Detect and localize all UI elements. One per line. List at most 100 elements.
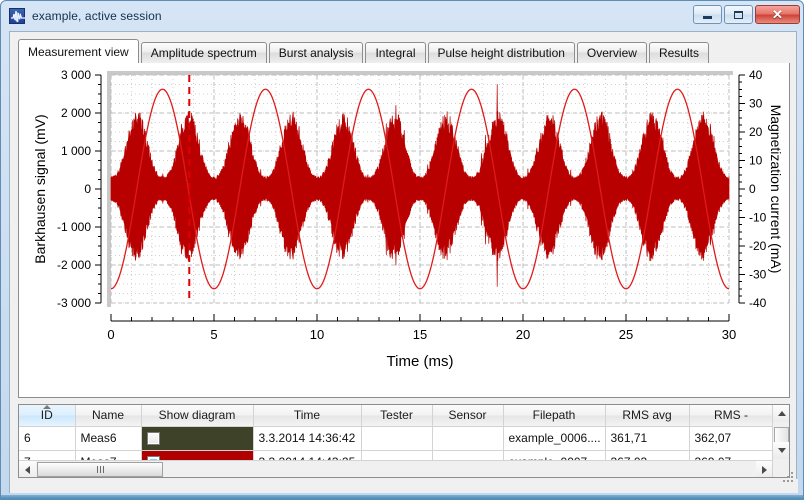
table-header-row: ID Name Show diagram Time Tester Sensor …: [19, 405, 773, 427]
close-button[interactable]: ✕: [755, 5, 800, 24]
svg-text:40: 40: [749, 68, 763, 82]
column-header-filepath[interactable]: Filepath: [503, 405, 606, 427]
column-header-show-diagram[interactable]: Show diagram: [141, 405, 254, 427]
column-header-id[interactable]: ID: [19, 405, 76, 427]
cell-name: Meas6: [75, 426, 142, 451]
scroll-down-button[interactable]: [773, 442, 789, 459]
svg-text:-10: -10: [749, 211, 767, 225]
cell-sensor: [432, 426, 504, 451]
svg-text:-30: -30: [749, 268, 767, 282]
diagram-color-swatch: [141, 426, 252, 449]
chevron-up-icon: [777, 411, 786, 416]
svg-text:0: 0: [107, 327, 114, 342]
svg-text:3 000: 3 000: [61, 68, 91, 82]
column-header-time[interactable]: Time: [253, 405, 362, 427]
column-header-rms-minus[interactable]: RMS -: [689, 405, 773, 427]
column-header-rms-avg[interactable]: RMS avg: [605, 405, 690, 427]
maximize-button[interactable]: [724, 5, 753, 24]
column-header-tester[interactable]: Tester: [361, 405, 433, 427]
window-controls: ✕: [693, 5, 800, 24]
tab-label: Burst analysis: [278, 46, 354, 60]
svg-text:0: 0: [84, 182, 91, 196]
scroll-left-button[interactable]: [19, 461, 36, 477]
tab-label: Measurement view: [28, 44, 129, 59]
client-area: Measurement view Amplitude spectrum Burs…: [9, 31, 798, 493]
title-bar: example, active session ✕: [1, 1, 803, 31]
tab-amplitude-spectrum[interactable]: Amplitude spectrum: [140, 42, 267, 63]
svg-text:25: 25: [619, 327, 633, 342]
tab-label: Results: [658, 46, 699, 60]
cell-filepath: example_0006....: [503, 426, 606, 451]
y-axis-label: Barkhausen signal (mV): [32, 114, 48, 263]
cell-id: 6: [19, 426, 76, 451]
column-label: Time: [293, 408, 321, 423]
sort-ascending-icon: [42, 405, 51, 409]
tab-bar: Measurement view Amplitude spectrum Burs…: [18, 39, 790, 64]
svg-text:0: 0: [749, 182, 756, 196]
scroll-right-button[interactable]: [756, 461, 773, 477]
y2-axis-label: Magnetization current (mA): [768, 105, 784, 274]
tab-burst-analysis[interactable]: Burst analysis: [268, 42, 364, 63]
column-label: Tester: [380, 408, 413, 423]
horizontal-scroll-thumb[interactable]: [37, 462, 163, 477]
svg-text:-20: -20: [749, 239, 767, 253]
minimize-button[interactable]: [693, 5, 722, 24]
table-horizontal-scrollbar[interactable]: [19, 460, 773, 477]
tab-label: Amplitude spectrum: [150, 46, 257, 60]
status-area: [10, 472, 798, 493]
column-label: Show diagram: [158, 408, 236, 423]
tab-label: Integral: [375, 46, 416, 60]
chart-plot[interactable]: -3 000 -2 000 -1 000 0 1 000 2 000 3 000 Barkha…: [19, 63, 789, 396]
close-icon: ✕: [772, 7, 783, 22]
resize-grip-icon[interactable]: [782, 471, 794, 483]
tab-pulse-height-distribution[interactable]: Pulse height distribution: [427, 42, 575, 63]
svg-text:10: 10: [310, 327, 324, 342]
chart-svg: -3 000 -2 000 -1 000 0 1 000 2 000 3 000 Barkha…: [32, 68, 784, 370]
cell-tester: [361, 426, 433, 451]
tab-measurement-view[interactable]: Measurement view: [18, 39, 139, 64]
chevron-left-icon: [25, 465, 30, 474]
table-vertical-scrollbar[interactable]: [772, 405, 789, 477]
show-diagram-checkbox[interactable]: [146, 431, 160, 445]
window-title: example, active session: [32, 9, 162, 23]
svg-text:-40: -40: [749, 296, 767, 310]
tab-overview[interactable]: Overview: [576, 42, 647, 63]
cell-time: 3.3.2014 14:36:42: [253, 426, 362, 451]
column-label: RMS avg: [622, 408, 672, 423]
chevron-right-icon: [762, 465, 767, 474]
column-label: Sensor: [448, 408, 487, 423]
table-row[interactable]: 6 Meas6 3.3.2014 14:36:42 example_0006..…: [19, 426, 773, 451]
chevron-down-icon: [777, 448, 786, 453]
tab-label: Overview: [586, 46, 637, 60]
measurements-grid: ID Name Show diagram Time Tester Sensor …: [19, 405, 773, 477]
column-label: RMS -: [714, 408, 748, 423]
column-header-sensor[interactable]: Sensor: [432, 405, 504, 427]
grip-icon: [96, 466, 104, 473]
measurement-chart-panel: -3 000 -2 000 -1 000 0 1 000 2 000 3 000 Barkha…: [18, 63, 790, 398]
cell-show-diagram[interactable]: [141, 426, 254, 451]
svg-text:5: 5: [210, 327, 217, 342]
svg-text:20: 20: [516, 327, 530, 342]
cell-rms-minus: 362,07: [689, 426, 773, 451]
measurements-table-panel: ID Name Show diagram Time Tester Sensor …: [18, 404, 790, 478]
svg-text:30: 30: [722, 327, 736, 342]
application-window: example, active session ✕ Measurement vi…: [0, 0, 804, 500]
scroll-up-button[interactable]: [773, 405, 789, 422]
svg-text:-3 000: -3 000: [57, 296, 91, 310]
tab-label: Pulse height distribution: [437, 46, 565, 60]
waveform-icon: [9, 8, 25, 24]
svg-text:20: 20: [749, 125, 763, 139]
tab-results[interactable]: Results: [648, 42, 709, 63]
maximize-icon: [734, 10, 743, 19]
svg-text:10: 10: [749, 154, 763, 168]
minimize-icon: [703, 16, 712, 19]
x-axis-label: Time (ms): [387, 353, 454, 370]
svg-text:-1 000: -1 000: [57, 220, 91, 234]
svg-text:15: 15: [413, 327, 427, 342]
column-label: Name: [91, 408, 124, 423]
tab-integral[interactable]: Integral: [365, 42, 426, 63]
cell-rms-avg: 361,71: [605, 426, 690, 451]
column-label: ID: [40, 408, 53, 423]
column-header-name[interactable]: Name: [75, 405, 142, 427]
svg-text:-2 000: -2 000: [57, 258, 91, 272]
